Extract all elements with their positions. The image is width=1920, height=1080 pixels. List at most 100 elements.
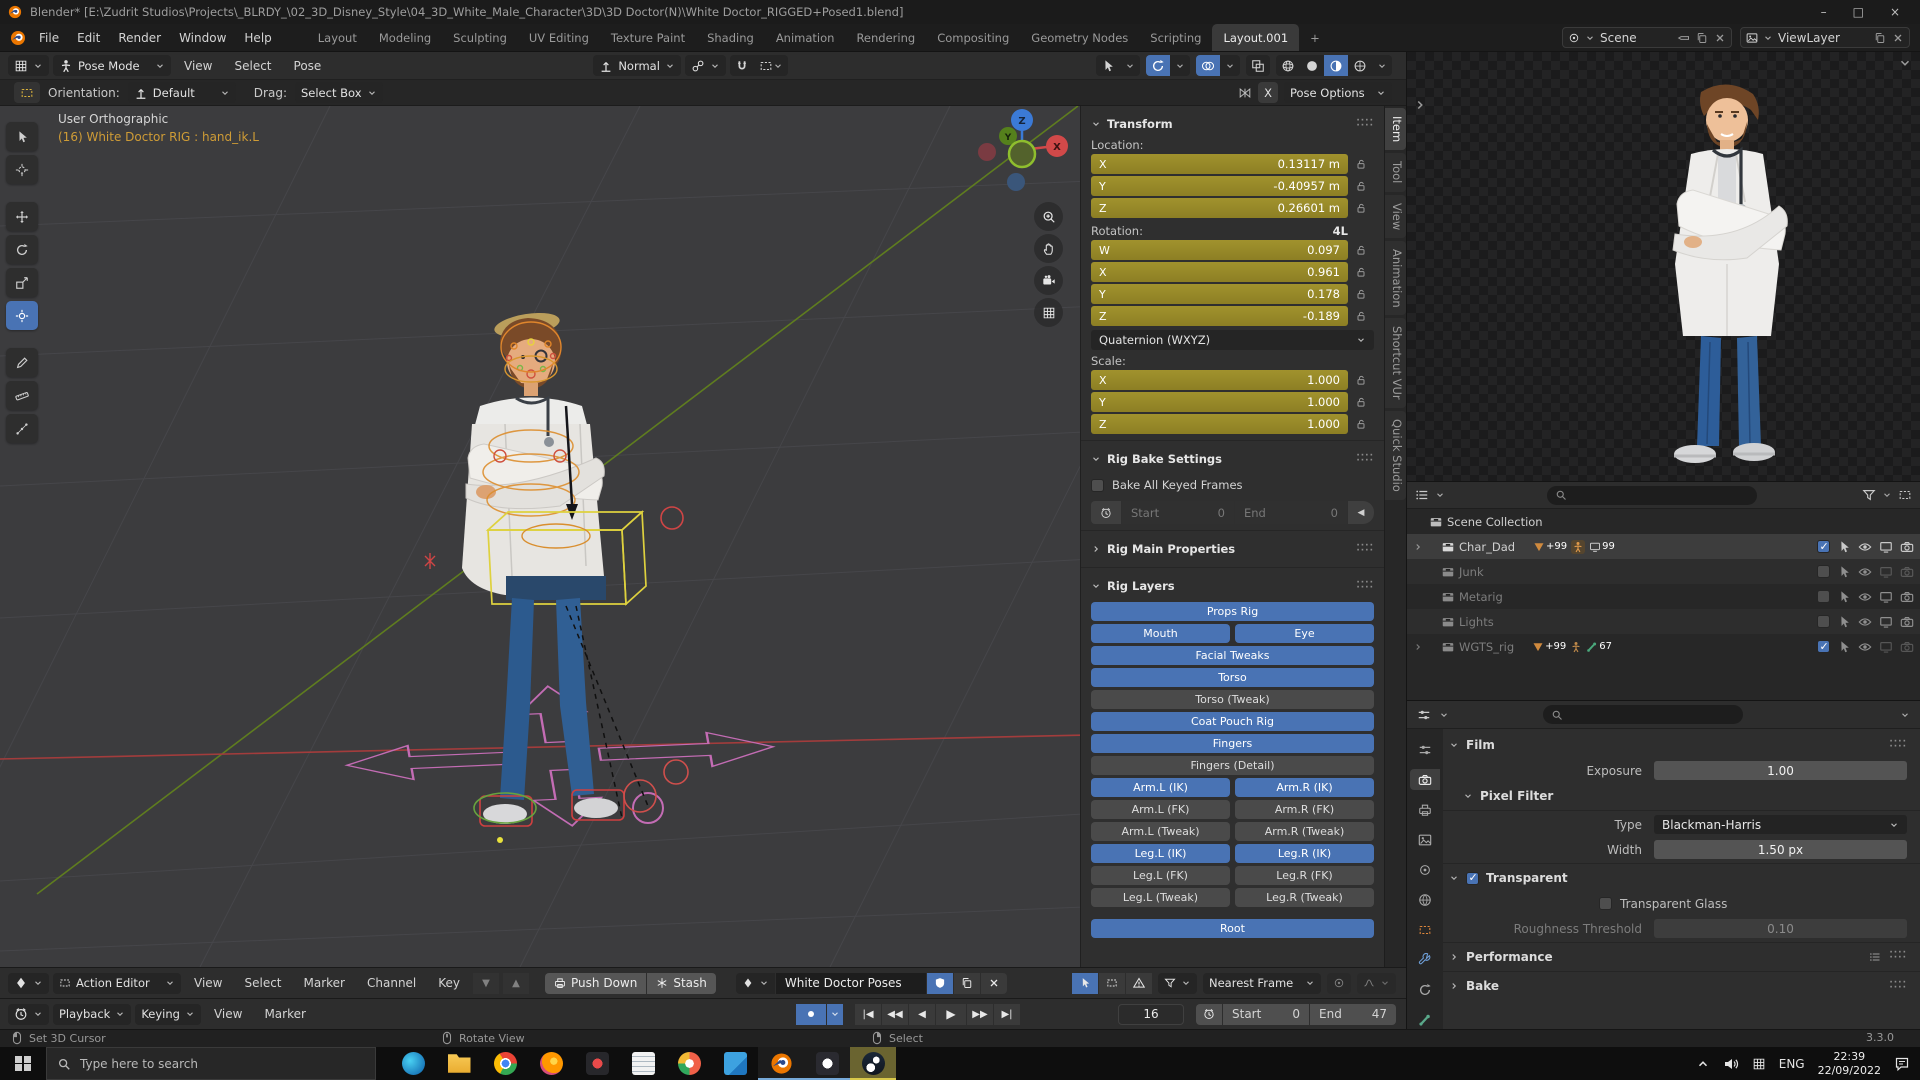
- rig-layer-arm-l-ik[interactable]: Arm.L (IK): [1091, 778, 1230, 797]
- pivot-point-dropdown[interactable]: [685, 55, 726, 76]
- bake-start-field[interactable]: Start0: [1122, 501, 1234, 524]
- panel-drag-dots[interactable]: ········: [1356, 119, 1374, 130]
- exclude-checkbox[interactable]: [1817, 540, 1830, 553]
- taskbar-search-input[interactable]: Type here to search: [46, 1047, 376, 1080]
- lock-icon[interactable]: [1348, 158, 1374, 170]
- transparent-glass-checkbox[interactable]: [1599, 897, 1612, 910]
- sidebar-tab-quick-studio[interactable]: Quick Studio: [1385, 411, 1406, 500]
- film-panel-header[interactable]: Film ········: [1449, 733, 1907, 757]
- mode-dropdown[interactable]: Pose Mode: [53, 55, 171, 76]
- rig-layer-mouth[interactable]: Mouth: [1091, 624, 1230, 643]
- lock-icon[interactable]: [1348, 244, 1374, 256]
- panel-drag-dots[interactable]: ········: [1356, 454, 1374, 465]
- tab-layout-001[interactable]: Layout.001: [1212, 24, 1299, 51]
- input-indicator-icon[interactable]: [1752, 1057, 1766, 1071]
- disable-render-icon[interactable]: [1900, 540, 1914, 554]
- rotation-y-field[interactable]: Y0.178: [1091, 284, 1348, 304]
- snapping-dropdown[interactable]: Nearest Frame: [1203, 973, 1321, 994]
- sidebar-tab-tool[interactable]: Tool: [1385, 153, 1406, 191]
- menu-file[interactable]: File: [30, 27, 68, 49]
- new-action-button[interactable]: [954, 973, 980, 994]
- rig-layer-fingers-detail[interactable]: Fingers (Detail): [1091, 756, 1374, 775]
- menu-help[interactable]: Help: [235, 27, 280, 49]
- tool-measure[interactable]: [6, 381, 38, 410]
- shading-wireframe-button[interactable]: [1276, 55, 1300, 76]
- rotation-z-field[interactable]: Z-0.189: [1091, 306, 1348, 326]
- hide-viewport-icon[interactable]: [1858, 590, 1872, 604]
- selectable-icon[interactable]: [1837, 615, 1851, 629]
- location-y-field[interactable]: Y-0.40957 m: [1091, 176, 1348, 196]
- shading-dropdown[interactable]: [1372, 55, 1392, 76]
- hide-viewport-icon[interactable]: [1858, 540, 1872, 554]
- tab-animation[interactable]: Animation: [765, 24, 846, 51]
- pose-options-dropdown[interactable]: Pose Options: [1284, 82, 1392, 103]
- lock-icon[interactable]: [1348, 374, 1374, 386]
- taskbar-clock[interactable]: 22:39 22/09/2022: [1818, 1050, 1881, 1078]
- menu-edit[interactable]: Edit: [68, 27, 109, 49]
- dope-menu-marker[interactable]: Marker: [295, 972, 354, 994]
- taskbar-notepad-icon[interactable]: [620, 1047, 666, 1080]
- properties-tab-view-layer[interactable]: [1410, 829, 1440, 850]
- selectable-icon[interactable]: [1837, 540, 1851, 554]
- tab-modeling[interactable]: Modeling: [368, 24, 442, 51]
- tool-tweak[interactable]: [6, 122, 38, 151]
- menu-view[interactable]: View: [175, 55, 221, 77]
- browse-action-button[interactable]: [736, 973, 775, 994]
- next-keyframe-button[interactable]: ▶▶: [967, 1004, 993, 1025]
- move-down-button[interactable]: ▼: [473, 973, 499, 994]
- zoom-view-button[interactable]: [1034, 202, 1063, 231]
- outliner-row-scene-collection[interactable]: Scene Collection: [1407, 509, 1920, 534]
- properties-tab-world[interactable]: [1410, 889, 1440, 910]
- minimize-button[interactable]: –: [1821, 5, 1827, 19]
- dope-menu-key[interactable]: Key: [429, 972, 469, 994]
- outliner-row-lights[interactable]: Lights: [1407, 609, 1920, 634]
- disable-viewport-icon[interactable]: [1879, 565, 1893, 579]
- tool-transform[interactable]: [6, 301, 38, 330]
- scene-selector[interactable]: Scene: [1562, 27, 1732, 48]
- volume-icon[interactable]: [1723, 1056, 1739, 1072]
- disable-render-icon[interactable]: [1900, 615, 1914, 629]
- pixel-filter-header[interactable]: Pixel Filter: [1449, 784, 1907, 808]
- disable-render-icon[interactable]: [1900, 640, 1914, 654]
- show-overlays-toggle[interactable]: [1196, 55, 1220, 76]
- frame-start-field[interactable]: Start0: [1223, 1004, 1309, 1025]
- blender-menu-icon[interactable]: [10, 30, 26, 46]
- copy-view-layer-icon[interactable]: [1874, 32, 1886, 44]
- filter-width-field[interactable]: 1.50 px: [1654, 840, 1907, 859]
- notification-center-icon[interactable]: [1894, 1056, 1910, 1072]
- properties-editor-icon[interactable]: [1417, 708, 1431, 722]
- push-down-button[interactable]: Push Down: [545, 973, 646, 994]
- outliner-display-mode-icon[interactable]: [1415, 488, 1429, 502]
- show-hidden-toggle[interactable]: [1099, 973, 1125, 994]
- rig-layer-arm-l-fk[interactable]: Arm.L (FK): [1091, 800, 1230, 819]
- mirror-x-toggle[interactable]: X: [1258, 82, 1278, 103]
- tab-scripting[interactable]: Scripting: [1139, 24, 1212, 51]
- panel-drag-dots[interactable]: ········: [1889, 951, 1907, 963]
- taskbar-steam-icon[interactable]: [850, 1047, 896, 1080]
- copy-scene-icon[interactable]: [1696, 32, 1708, 44]
- rig-bake-panel-header[interactable]: Rig Bake Settings ········: [1091, 447, 1374, 471]
- only-selected-toggle[interactable]: [1072, 973, 1098, 994]
- current-frame-field[interactable]: 16: [1118, 1004, 1184, 1025]
- close-button[interactable]: ×: [1890, 5, 1900, 19]
- delete-scene-icon[interactable]: [1714, 32, 1726, 44]
- move-up-button[interactable]: ▲: [503, 973, 529, 994]
- auto-keying-toggle[interactable]: [796, 1004, 826, 1025]
- editor-type-button[interactable]: [8, 55, 49, 76]
- hide-viewport-icon[interactable]: [1858, 640, 1872, 654]
- tool-move[interactable]: [6, 202, 38, 231]
- overlays-dropdown[interactable]: [1220, 55, 1240, 76]
- menu-render[interactable]: Render: [109, 27, 170, 49]
- rotation-mode-dropdown[interactable]: Quaternion (WXYZ): [1091, 330, 1374, 350]
- outliner-row-wgts-rig[interactable]: WGTS_rig +99 67: [1407, 634, 1920, 659]
- tab-compositing[interactable]: Compositing: [926, 24, 1020, 51]
- taskbar-media-player-icon[interactable]: [574, 1047, 620, 1080]
- transparent-panel-header[interactable]: Transparent: [1449, 866, 1907, 890]
- exclude-checkbox[interactable]: [1817, 640, 1830, 653]
- sidebar-tab-shortcut-vur[interactable]: Shortcut VUr: [1385, 318, 1406, 408]
- tab-geometry-nodes[interactable]: Geometry Nodes: [1020, 24, 1139, 51]
- previous-keyframe-button[interactable]: ◀◀: [882, 1004, 908, 1025]
- sidebar-tab-animation[interactable]: Animation: [1385, 241, 1406, 316]
- show-gizmo-toggle[interactable]: [1146, 55, 1170, 76]
- properties-tab-modifiers[interactable]: [1410, 949, 1440, 970]
